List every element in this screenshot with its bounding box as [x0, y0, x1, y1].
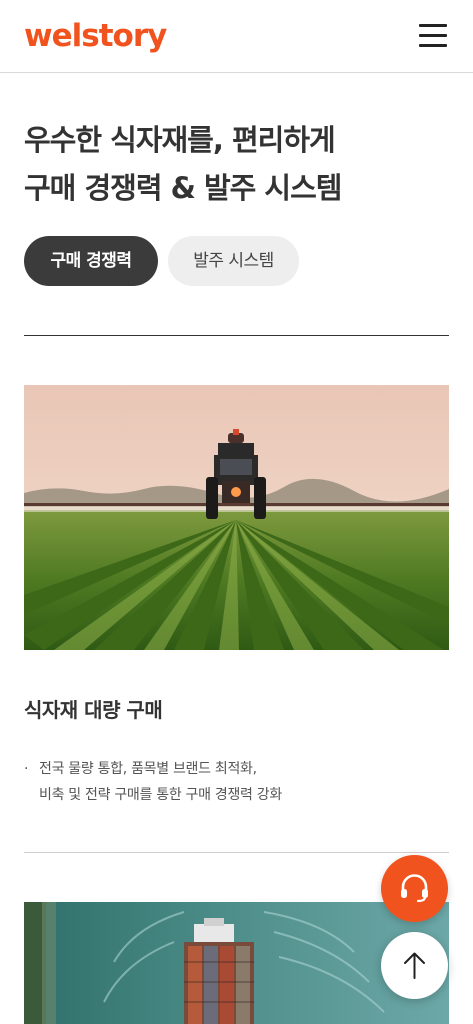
tractor-field-image [24, 385, 449, 650]
hamburger-menu-icon [419, 24, 447, 27]
hamburger-line [419, 34, 447, 37]
headset-icon [401, 874, 428, 903]
site-header: welstory [0, 0, 473, 73]
card-title: 식자재 대량 구매 [24, 698, 163, 722]
card-desc-line2: 비축 및 전략 구매를 통한 구매 경쟁력 강화 [39, 787, 282, 803]
bullet-dot: · [24, 761, 29, 777]
card-desc-line1: 전국 물량 통합, 품목별 브랜드 최적화, [39, 761, 257, 777]
page: welstory 우수한 식자재를, 편리하게 구매 경쟁력 & 발주 시스템 … [0, 0, 473, 1024]
customer-support-button[interactable] [381, 855, 448, 922]
tab-ordering-system[interactable]: 발주 시스템 [168, 236, 299, 286]
scroll-to-top-button[interactable] [381, 932, 448, 999]
hamburger-line [419, 44, 447, 47]
arrow-up-icon [404, 952, 425, 979]
section-divider [24, 335, 449, 336]
card-divider [24, 852, 449, 853]
page-title-line1: 우수한 식자재를, 편리하게 [24, 123, 336, 157]
tab-purchasing-competitiveness[interactable]: 구매 경쟁력 [24, 236, 158, 286]
page-title: 우수한 식자재를, 편리하게 구매 경쟁력 & 발주 시스템 [24, 116, 454, 212]
hamburger-menu-button[interactable] [416, 20, 450, 52]
welstory-logo[interactable]: welstory [24, 14, 167, 58]
page-title-line2: 구매 경쟁력 & 발주 시스템 [24, 171, 342, 205]
